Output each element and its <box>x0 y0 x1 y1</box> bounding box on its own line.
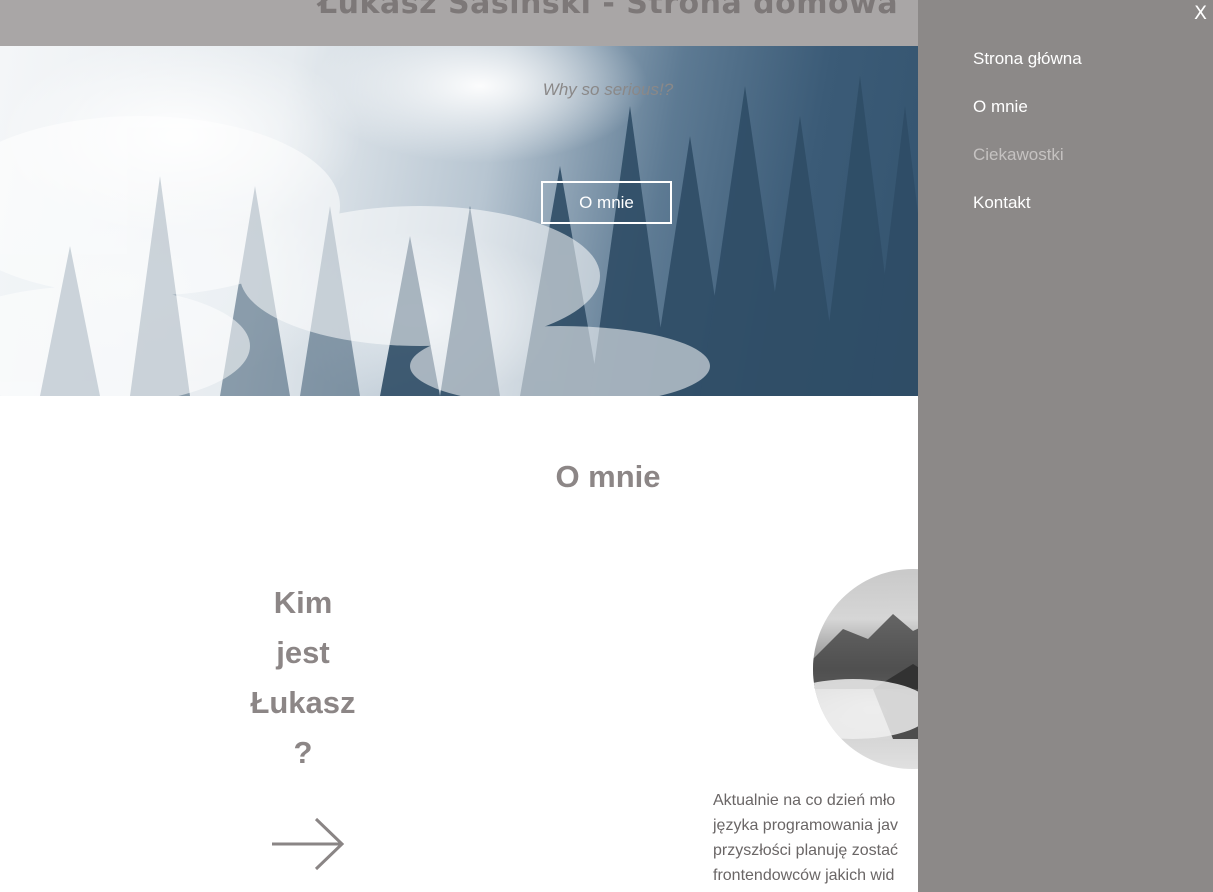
who-is-heading: Kim jest Łukasz ? <box>230 578 376 778</box>
menu-item-about[interactable]: O mnie <box>973 94 1082 142</box>
menu-list: Strona główna O mnie Ciekawostki Kontakt <box>973 46 1082 238</box>
about-text-line: Aktualnie na co dzień mło <box>713 792 896 809</box>
hero-tagline: Why so serious!? <box>542 80 674 99</box>
hero-banner: Why so serious!? O mnie <box>0 46 918 396</box>
menu-item-contact[interactable]: Kontakt <box>973 190 1082 238</box>
menu-item-trivia[interactable]: Ciekawostki <box>973 142 1082 190</box>
arrow-right-icon[interactable] <box>270 816 346 872</box>
about-text-line: języka programowania jav <box>713 817 898 834</box>
who-heading-line: Kim <box>273 585 333 620</box>
who-heading-line: jest <box>276 635 330 670</box>
side-menu: X Strona główna O mnie Ciekawostki Konta… <box>918 0 1213 892</box>
about-me-button[interactable]: O mnie <box>541 181 672 224</box>
who-heading-line: ? <box>293 735 313 770</box>
menu-item-home[interactable]: Strona główna <box>973 46 1082 94</box>
about-text-line: przyszłości planuję zostać <box>713 842 898 859</box>
about-text-line: frontendowców jakich wid <box>713 867 895 884</box>
close-menu-button[interactable]: X <box>1194 2 1207 24</box>
who-heading-line: Łukasz <box>250 685 356 720</box>
